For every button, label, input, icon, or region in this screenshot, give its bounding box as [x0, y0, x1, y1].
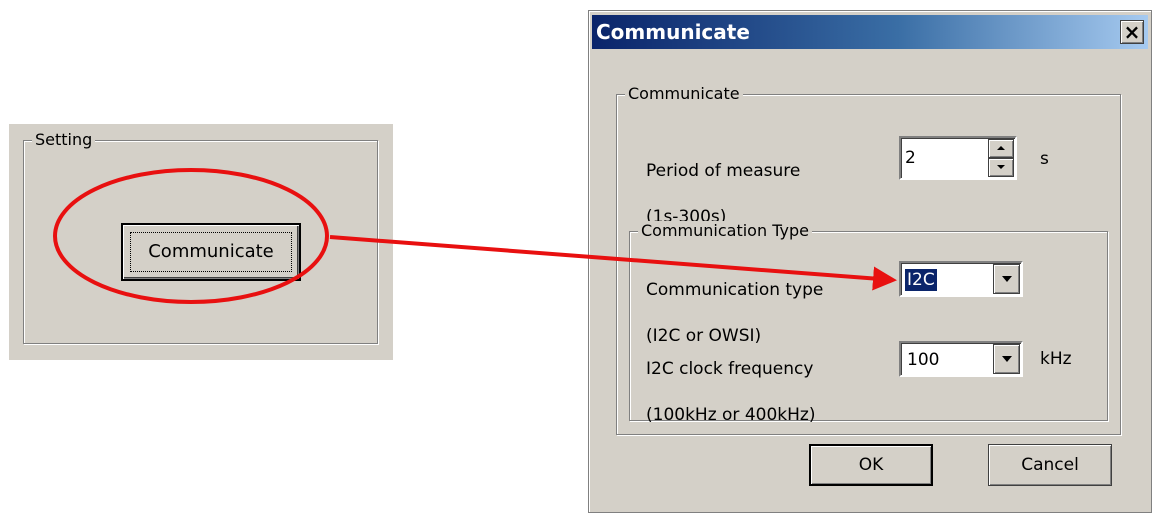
cancel-button[interactable]: Cancel: [988, 444, 1112, 486]
communication-type-group-label: Communication Type: [638, 221, 812, 241]
dialog-titlebar[interactable]: Communicate ×: [592, 15, 1148, 49]
chevron-down-icon: [1002, 356, 1012, 362]
period-label-line1: Period of measure: [646, 161, 801, 181]
close-button[interactable]: ×: [1120, 20, 1144, 44]
chevron-down-icon: [1002, 276, 1012, 282]
ok-button[interactable]: OK: [809, 444, 933, 486]
clock-label-line1: I2C clock frequency: [646, 359, 814, 379]
clock-unit: kHz: [1040, 349, 1072, 369]
spin-up-button[interactable]: [988, 139, 1014, 158]
comm-type-dropdown-button[interactable]: [993, 264, 1020, 294]
communicate-group-label: Communicate: [625, 84, 743, 104]
dialog-title: Communicate: [596, 20, 750, 44]
period-value[interactable]: 2: [905, 148, 916, 168]
period-unit: s: [1040, 149, 1049, 169]
spin-down-button[interactable]: [988, 158, 1014, 177]
clock-dropdown-button[interactable]: [993, 344, 1020, 374]
communicate-button-label: Communicate: [148, 241, 274, 262]
setting-panel: Setting Communicate: [9, 124, 393, 360]
spin-buttons: [988, 139, 1014, 177]
communicate-button[interactable]: Communicate: [121, 223, 301, 281]
clock-label: I2C clock frequency (100kHz or 400kHz): [646, 335, 815, 450]
close-icon: ×: [1123, 20, 1141, 44]
setting-groupbox: Setting Communicate: [23, 130, 378, 344]
clock-frequency-combo[interactable]: 100: [899, 341, 1023, 377]
clock-label-line2: (100kHz or 400kHz): [646, 405, 816, 425]
arrow-up-icon: [997, 146, 1005, 150]
comm-type-label-line1: Communication type: [646, 280, 824, 300]
clock-frequency-value[interactable]: 100: [905, 349, 941, 371]
comm-type-combo[interactable]: I2C: [899, 261, 1023, 297]
period-spinbox[interactable]: 2: [899, 136, 1017, 180]
comm-type-value[interactable]: I2C: [904, 268, 938, 292]
communicate-dialog: Communicate × Communicate Period of meas…: [588, 10, 1152, 513]
setting-group-label: Setting: [32, 130, 96, 150]
arrow-down-icon: [997, 165, 1005, 169]
